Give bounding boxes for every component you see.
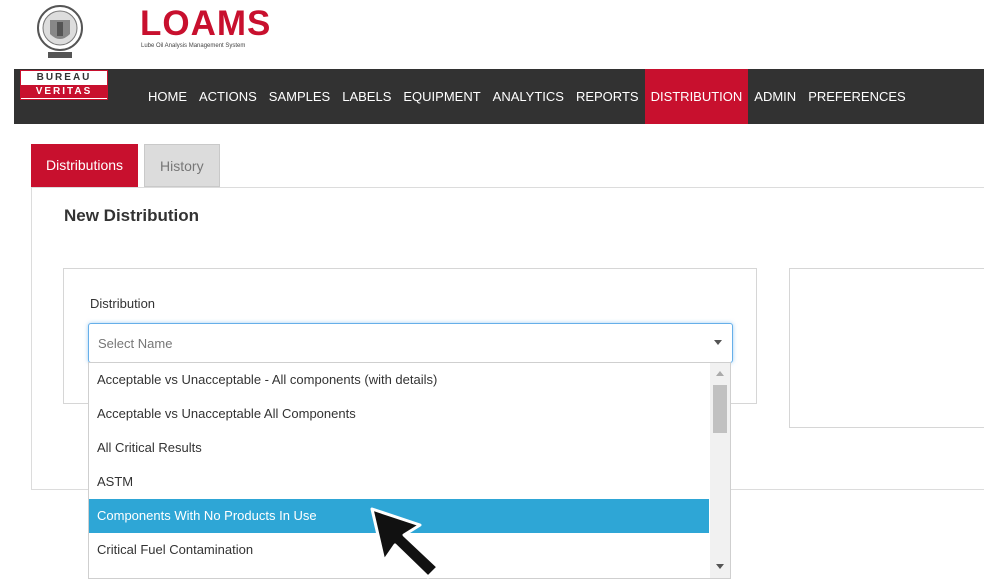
app-logo: LOAMS [140,4,272,43]
tab-bar: Distributions History [31,144,226,187]
distribution-select[interactable]: Select Name [88,323,733,363]
page-title: New Distribution [64,206,200,225]
tab-distributions[interactable]: Distributions [31,144,139,187]
nav-item-analytics[interactable]: ANALYTICS [487,69,570,124]
dropdown-option[interactable]: ASTM [89,465,709,499]
scroll-down-arrow-icon[interactable] [716,564,724,569]
distribution-field-label: Distribution [90,296,156,311]
company-name-top: BUREAU [36,72,92,83]
chevron-down-icon[interactable] [714,340,722,345]
dropdown-option[interactable]: Acceptable vs Unacceptable - All compone… [89,363,709,397]
dropdown-option[interactable]: All Critical Results [89,431,709,465]
company-name-bottom: VERITAS [21,85,107,98]
scrollbar-thumb[interactable] [713,385,727,433]
app-window: LOAMS Lube Oil Analysis Management Syste… [0,0,984,579]
scroll-up-arrow-icon[interactable] [716,371,724,376]
nav-item-reports[interactable]: REPORTS [570,69,645,124]
nav-item-labels[interactable]: LABELS [336,69,397,124]
main-nav: HOME ACTIONS SAMPLES LABELS EQUIPMENT AN… [142,69,912,124]
nav-item-samples[interactable]: SAMPLES [263,69,336,124]
tab-history[interactable]: History [144,144,220,187]
dropdown-scrollbar[interactable] [710,363,730,578]
nav-item-distribution[interactable]: DISTRIBUTION [644,69,749,124]
nav-item-preferences[interactable]: PREFERENCES [802,69,912,124]
nav-item-actions[interactable]: ACTIONS [193,69,263,124]
app-subtitle: Lube Oil Analysis Management System [141,43,246,49]
mouse-pointer-icon [370,507,440,579]
distribution-details-box [789,268,984,428]
select-placeholder: Select Name [98,336,173,351]
bureau-veritas-seal-icon [37,5,83,58]
nav-item-home[interactable]: HOME [142,69,193,124]
dropdown-option[interactable]: Acceptable vs Unacceptable All Component… [89,397,709,431]
brand-header: LOAMS Lube Oil Analysis Management Syste… [0,0,984,69]
nav-item-admin[interactable]: ADMIN [748,69,802,124]
nav-item-equipment[interactable]: EQUIPMENT [397,69,486,124]
bureau-veritas-logo: BUREAU VERITAS [20,70,108,100]
